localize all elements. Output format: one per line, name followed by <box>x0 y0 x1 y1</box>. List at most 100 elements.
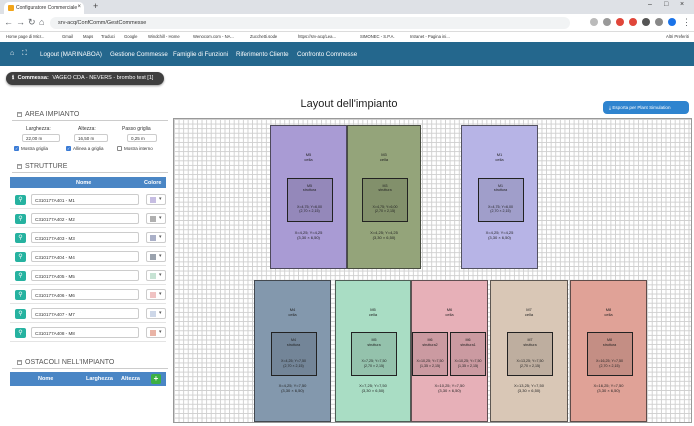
cell-label: M6 cella <box>445 306 454 317</box>
layout-struttura[interactable]: M7 struttura X=13,25; Y=7,50 (2,70 × 2,15) <box>507 332 553 377</box>
struttura-name-input[interactable]: C310177A403 - M3 <box>31 232 139 243</box>
altezza-input[interactable]: 16,50 m <box>74 134 108 142</box>
struttura-row: ⚲ C310177A407 - M7 ▾ <box>10 304 166 323</box>
bookmark-item[interactable]: Home page di Micr... <box>6 34 44 39</box>
collapse-icon[interactable]: – <box>17 111 22 117</box>
color-picker[interactable]: ▾ <box>146 270 166 281</box>
nav-logout[interactable]: Logout (MARINABOA) <box>40 51 102 58</box>
struttura-label: M6 struttura1 <box>460 338 476 347</box>
layout-struttura[interactable]: M6 struttura2 X=10,25; Y=7,50 (1,35 × 2,15) <box>412 332 448 377</box>
area-impianto-header[interactable]: – AREA IMPIANTO <box>17 111 79 118</box>
extension-icon[interactable] <box>655 18 663 26</box>
nav-gestione-commesse[interactable]: Gestione Commesse <box>110 51 168 58</box>
bookmark-item[interactable]: Zucchetti.sode <box>250 34 277 39</box>
color-picker[interactable]: ▾ <box>146 289 166 300</box>
zoom-struttura-button[interactable]: ⚲ <box>15 271 26 281</box>
minimize-icon[interactable]: – <box>648 1 652 8</box>
extension-icon[interactable] <box>603 18 611 26</box>
bookmark-other[interactable]: Altri Preferiti <box>666 34 689 39</box>
struttura-name-input[interactable]: C310177A405 - M5 <box>31 270 139 281</box>
bookmark-item[interactable]: Windchill - Home <box>148 34 180 39</box>
zoom-struttura-button[interactable]: ⚲ <box>15 290 26 300</box>
collapse-icon[interactable]: – <box>17 359 22 365</box>
layout-cell[interactable]: M1 cella M1 struttura X=4,75; Y=6,00 (2,70 × … <box>461 125 538 269</box>
larghezza-input[interactable]: 22,00 m <box>22 134 60 142</box>
layout-cell[interactable]: M7 cella M7 struttura X=13,25; Y=7,50 (2,70 ×… <box>490 280 568 422</box>
layout-cell[interactable]: M8 cella M8 struttura X=16,25; Y=7,50 (2,70 ×… <box>570 280 647 422</box>
bookmark-item[interactable]: Gmail <box>62 34 73 39</box>
extension-icon[interactable] <box>616 18 624 26</box>
layout-struttura[interactable]: M8 struttura X=16,25; Y=7,50 (2,70 × 2,15) <box>586 332 633 377</box>
back-icon[interactable]: ← <box>4 17 13 27</box>
passo-griglia-input[interactable]: 0,25 m <box>127 134 157 142</box>
color-picker[interactable]: ▾ <box>146 327 166 338</box>
nav-confronto-commesse[interactable]: Confronto Commesse <box>297 51 357 58</box>
bookmark-item[interactable]: Maps <box>83 34 93 39</box>
forward-icon[interactable]: → <box>16 17 25 27</box>
reload-icon[interactable]: ↻ <box>28 17 36 28</box>
export-plant-simulation-button[interactable]: ⤓ Esporta per Plant Simulation <box>603 101 689 114</box>
layout-struttura[interactable]: M5 struttura X=4,75; Y=6,00 (2,70 × 2,15) <box>286 177 333 222</box>
struttura-name-input[interactable]: C310177A401 - M1 <box>31 194 139 205</box>
ostacoli-header[interactable]: – OSTACOLI NELL'IMPIANTO <box>17 359 114 366</box>
bookmark-item[interactable]: SIMONEC - S.P.A. <box>360 34 395 39</box>
close-tab-icon[interactable]: × <box>77 4 81 10</box>
color-picker[interactable]: ▾ <box>146 194 166 205</box>
allinea-griglia-checkbox[interactable]: ✓ Allinea a griglia <box>66 146 104 152</box>
bookmark-item[interactable]: https://srv-acq/Lea... <box>298 34 336 39</box>
close-window-icon[interactable]: × <box>680 1 684 8</box>
zoom-struttura-button[interactable]: ⚲ <box>15 214 26 224</box>
mostra-griglia-checkbox[interactable]: ✓ Mostra griglia <box>14 146 48 152</box>
nav-famiglie-funzioni[interactable]: Famiglie di Funzioni <box>173 51 228 58</box>
extension-icon[interactable] <box>642 18 650 26</box>
new-tab-button[interactable]: + <box>93 1 98 11</box>
layout-cell[interactable]: M5 cella M5 struttura X=7,25; Y=7,50 (2,70 × … <box>335 280 411 422</box>
maximize-icon[interactable]: □ <box>664 1 668 8</box>
nav-riferimento-cliente[interactable]: Riferimento Cliente <box>236 51 289 58</box>
bookmark-item[interactable]: Intranet - Pagina ini... <box>410 34 450 39</box>
fullscreen-icon[interactable]: ⛶ <box>22 50 27 58</box>
color-picker[interactable]: ▾ <box>146 251 166 262</box>
profile-avatar[interactable] <box>668 18 676 26</box>
extension-icon[interactable] <box>590 18 598 26</box>
layout-struttura[interactable]: M5 struttura X=7,25; Y=7,50 (2,70 × 2,15) <box>351 332 397 377</box>
home-icon[interactable]: ⌂ <box>10 50 14 57</box>
struttura-name-input[interactable]: C310177A407 - M7 <box>31 308 139 319</box>
struttura-name-input[interactable]: C310177A402 - M2 <box>31 213 139 224</box>
zoom-struttura-button[interactable]: ⚲ <box>15 252 26 262</box>
layout-cell[interactable]: M4 cella M4 struttura X=4,25; Y=7,50 (2,70 × … <box>254 280 331 422</box>
struttura-dims: X=10,25; Y=7,50 (1,35 × 2,15) <box>454 359 482 368</box>
layout-struttura[interactable]: M6 struttura1 X=10,25; Y=7,50 (1,35 × 2,15) <box>450 332 486 377</box>
struttura-name-input[interactable]: C310177A406 - M6 <box>31 289 139 300</box>
struttura-row: ⚲ C310177A406 - M6 ▾ <box>10 285 166 304</box>
layout-cell[interactable]: M3 cella M3 struttura X=4,75; Y=6,00 (2,70 × … <box>347 125 421 269</box>
menu-icon[interactable]: ⋮ <box>682 17 691 28</box>
layout-cell[interactable]: M5 cella M5 struttura X=4,75; Y=6,00 (2,70 × … <box>270 125 347 269</box>
browser-tab[interactable]: Configuratore Commerciale × <box>4 2 84 14</box>
color-picker[interactable]: ▾ <box>146 308 166 319</box>
mostra-interno-checkbox[interactable]: Mostra interno <box>117 146 153 152</box>
bookmark-item[interactable]: Google <box>124 34 138 39</box>
zoom-struttura-button[interactable]: ⚲ <box>15 233 26 243</box>
layout-cell[interactable]: M6 cella M6 struttura2 X=10,25; Y=7,50 (1,35 … <box>411 280 488 422</box>
bookmark-item[interactable]: Traduci <box>101 34 115 39</box>
home-browser-icon[interactable]: ⌂ <box>39 17 44 27</box>
collapse-icon[interactable]: – <box>17 163 22 169</box>
extension-icon[interactable] <box>629 18 637 26</box>
zoom-struttura-button[interactable]: ⚲ <box>15 195 26 205</box>
url-field[interactable]: srv-acq/ConfComm/GestCommesse <box>50 17 570 29</box>
commessa-badge[interactable]: ℹ Commessa: VAGEO CDA - NEVERS - brombo … <box>6 72 164 85</box>
layout-struttura[interactable]: M3 struttura X=4,75; Y=6,00 (2,70 × 2,15) <box>362 177 408 222</box>
zoom-struttura-button[interactable]: ⚲ <box>15 309 26 319</box>
color-picker[interactable]: ▾ <box>146 232 166 243</box>
strutture-header[interactable]: – STRUTTURE <box>17 163 67 170</box>
struttura-name-input[interactable]: C310177A408 - M8 <box>31 327 139 338</box>
layout-struttura[interactable]: M4 struttura X=4,25; Y=7,50 (2,70 × 2,15) <box>270 332 317 377</box>
color-picker[interactable]: ▾ <box>146 213 166 224</box>
layout-struttura[interactable]: M1 struttura X=4,75; Y=6,00 (2,70 × 2,15) <box>477 177 524 222</box>
add-ostacolo-button[interactable]: + <box>151 374 161 384</box>
layout-canvas[interactable]: M5 cella M5 struttura X=4,75; Y=6,00 (2,70 × … <box>173 118 692 423</box>
zoom-struttura-button[interactable]: ⚲ <box>15 328 26 338</box>
struttura-name-input[interactable]: C310177A404 - M4 <box>31 251 139 262</box>
bookmark-item[interactable]: Wenocom.com - NA... <box>193 34 234 39</box>
